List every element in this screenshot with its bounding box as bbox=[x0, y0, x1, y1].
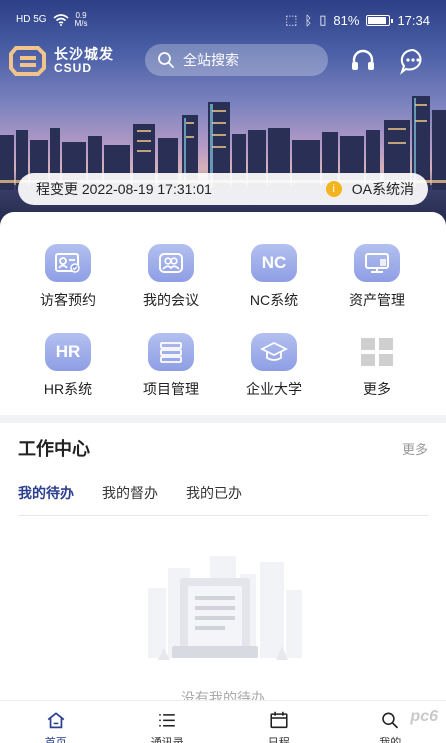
search-user-icon bbox=[382, 712, 399, 729]
work-center-more-link[interactable]: 更多 bbox=[402, 439, 428, 458]
grid-item-label: NC系统 bbox=[249, 292, 299, 308]
headset-icon[interactable] bbox=[349, 47, 377, 75]
calendar-icon bbox=[270, 711, 288, 729]
work-center-title: 工作中心 bbox=[18, 439, 90, 459]
tabs-divider bbox=[18, 515, 428, 516]
grid-item-nc[interactable]: NC NC系统 bbox=[224, 244, 324, 310]
status-time: 17:34 bbox=[397, 12, 430, 28]
logo-chinese-text: 长沙城发 bbox=[54, 46, 114, 63]
work-center-tabs: 我的待办 我的督办 我的已办 bbox=[18, 483, 242, 513]
logo-mark-icon bbox=[9, 46, 46, 76]
network-speed: 0.9 M/s bbox=[74, 11, 88, 28]
hr-icon: HR bbox=[45, 333, 91, 371]
nc-icon: NC bbox=[251, 244, 297, 282]
grid-item-label: 更多 bbox=[363, 381, 391, 397]
tab-my-supervise[interactable]: 我的督办 bbox=[102, 483, 158, 513]
search-input[interactable] bbox=[183, 52, 313, 68]
nav-label: 首页 bbox=[44, 736, 67, 743]
tab-my-done[interactable]: 我的已办 bbox=[186, 483, 242, 513]
grid-item-more[interactable]: 更多 bbox=[327, 333, 427, 399]
contacts-icon bbox=[159, 714, 176, 727]
list-icon bbox=[148, 333, 194, 371]
grid-item-label: 企业大学 bbox=[246, 381, 302, 397]
section-divider bbox=[0, 415, 446, 423]
grid-more-icon bbox=[354, 333, 400, 371]
meeting-icon bbox=[148, 244, 194, 282]
grid-item-label: HR系统 bbox=[43, 381, 93, 397]
vibrate-icon: ▯ bbox=[319, 12, 327, 27]
nav-label: 日程 bbox=[267, 736, 290, 743]
search-bar[interactable] bbox=[145, 44, 328, 76]
network-indicator: HD 5G bbox=[16, 14, 47, 25]
grid-item-label: 项目管理 bbox=[143, 381, 199, 397]
notice-badge-text: OA系统消 bbox=[351, 181, 414, 197]
battery-percent: 81% bbox=[333, 12, 360, 28]
nav-label: 我的 bbox=[379, 736, 402, 743]
monitor-icon bbox=[354, 244, 400, 282]
grid-item-hr[interactable]: HR HR系统 bbox=[18, 333, 118, 399]
notice-bar[interactable]: 程变更 2022-08-19 17:31:01 i OA系统消 bbox=[18, 173, 428, 205]
message-icon[interactable] bbox=[399, 47, 427, 75]
notice-text: 程变更 2022-08-19 17:31:01 bbox=[36, 181, 212, 197]
header-banner: HD 5G 0.9 M/s ⬚ ᛒ ▯ 81% 17:34 长沙城发 CSUD … bbox=[0, 0, 446, 235]
nav-item-contacts[interactable]: 通讯录 bbox=[112, 701, 224, 743]
grid-item-label: 访客预约 bbox=[40, 292, 96, 308]
grid-item-university[interactable]: 企业大学 bbox=[224, 333, 324, 399]
search-icon bbox=[158, 52, 174, 68]
quick-access-grid: 访客预约 我的会议 NC NC系统 资产管理 HR HR系统 项目管理 企业大学… bbox=[0, 212, 446, 415]
grid-item-visitor[interactable]: 访客预约 bbox=[18, 244, 118, 310]
nav-label: 通讯录 bbox=[150, 736, 184, 743]
bluetooth-icon: ᛒ bbox=[304, 12, 313, 28]
grid-item-label: 资产管理 bbox=[349, 292, 405, 308]
grid-item-meeting[interactable]: 我的会议 bbox=[121, 244, 221, 310]
home-icon bbox=[47, 712, 65, 729]
wifi-icon bbox=[53, 14, 69, 26]
grid-item-label: 我的会议 bbox=[143, 292, 199, 308]
visitor-card-icon bbox=[45, 244, 91, 282]
grid-item-assets[interactable]: 资产管理 bbox=[327, 244, 427, 310]
empty-state-illustration bbox=[148, 556, 302, 660]
tab-my-todo[interactable]: 我的待办 bbox=[18, 483, 74, 513]
logo-english-text: CSUD bbox=[54, 61, 93, 76]
nav-item-calendar[interactable]: 日程 bbox=[223, 701, 335, 743]
bottom-navigation: 首页 通讯录 日程 我的 bbox=[0, 700, 446, 743]
grid-item-project[interactable]: 项目管理 bbox=[121, 333, 221, 399]
top-bar: 长沙城发 CSUD bbox=[0, 42, 446, 80]
graduation-cap-icon bbox=[251, 333, 297, 371]
nfc-icon: ⬚ bbox=[285, 12, 298, 27]
company-logo: 长沙城发 CSUD bbox=[8, 44, 114, 78]
nav-item-home[interactable]: 首页 bbox=[0, 701, 112, 743]
info-dot-icon: i bbox=[325, 181, 342, 197]
watermark-text: pc6 bbox=[410, 708, 438, 725]
status-bar: HD 5G 0.9 M/s ⬚ ᛒ ▯ 81% 17:34 bbox=[0, 0, 446, 40]
battery-icon bbox=[366, 14, 394, 26]
